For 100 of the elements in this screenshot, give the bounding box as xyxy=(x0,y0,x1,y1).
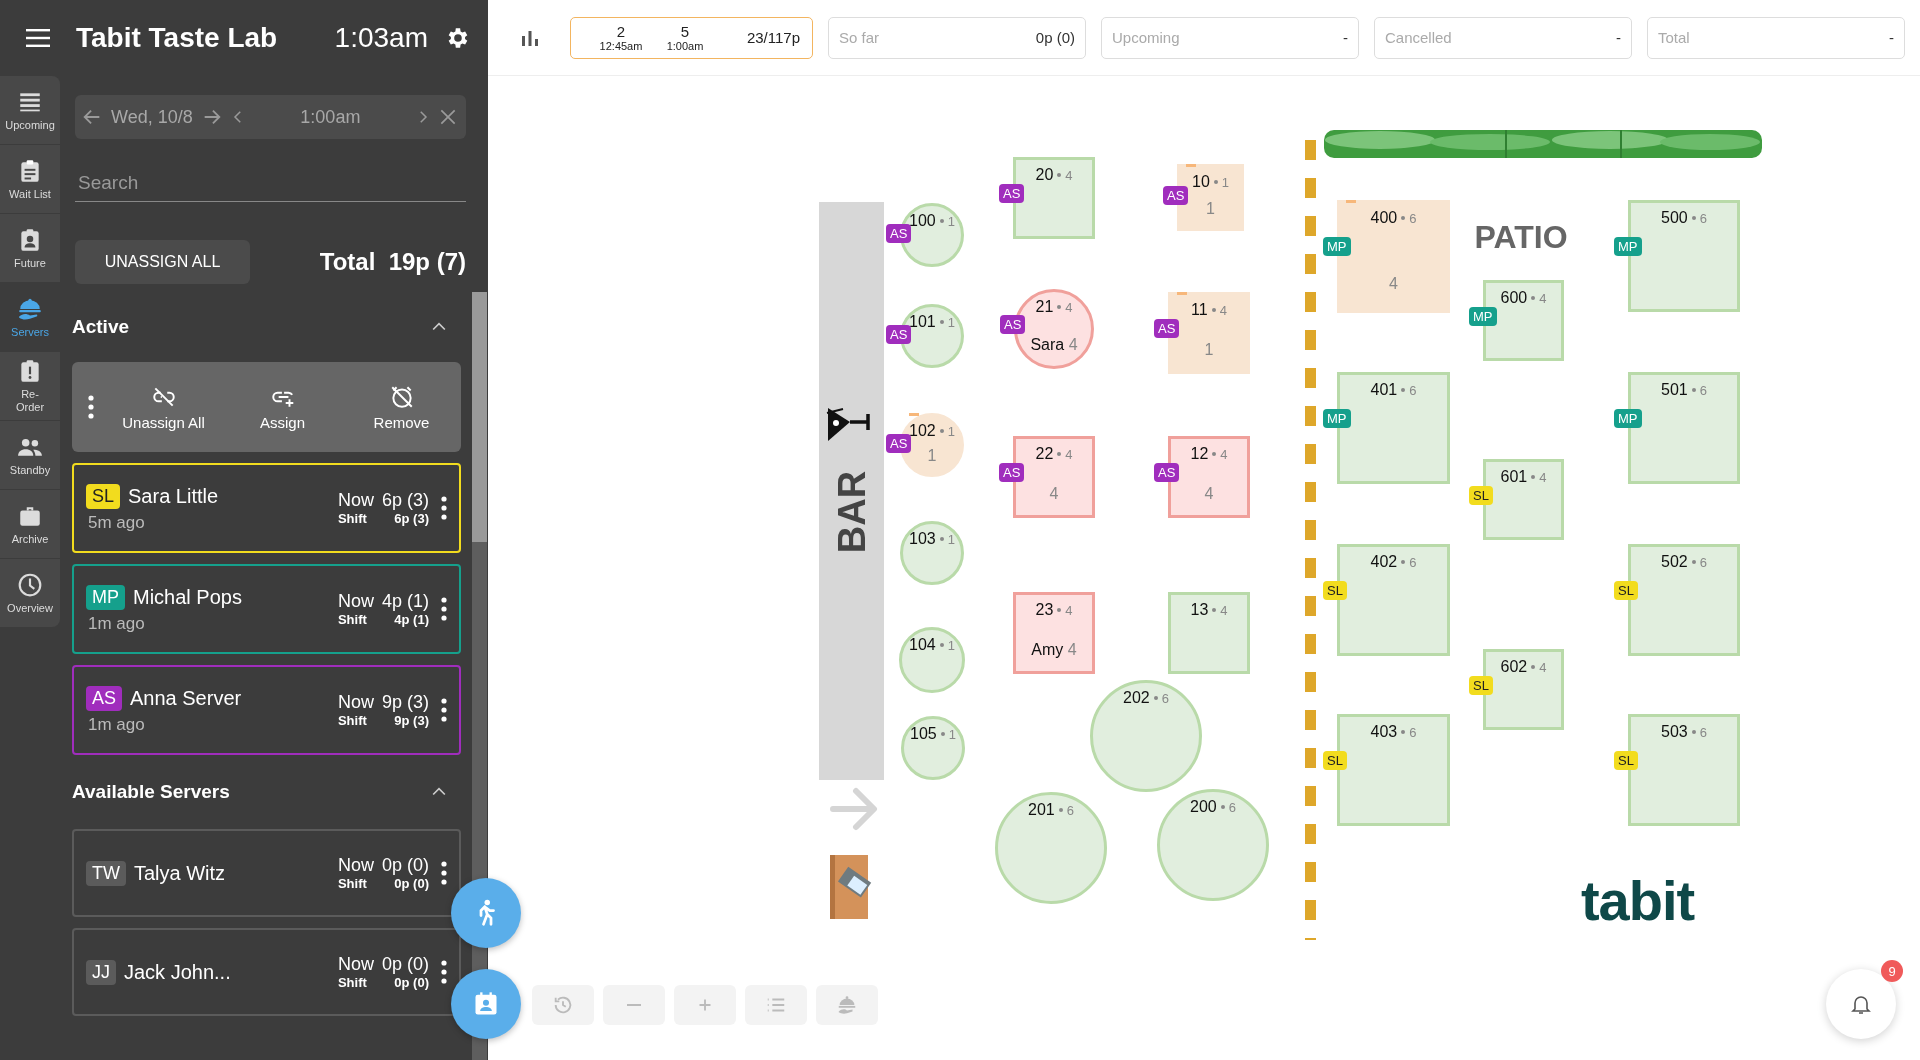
server-card[interactable]: TW Talya Witz Now 0p (0) Shift 0p (0) xyxy=(72,829,461,917)
area-label: BAR xyxy=(830,472,874,552)
more-icon[interactable] xyxy=(441,960,447,984)
floor-table[interactable]: 200 6 xyxy=(1157,789,1269,901)
server-tag: SL xyxy=(1469,676,1493,695)
stat-box[interactable]: Cancelled - xyxy=(1374,16,1632,59)
table-label: 105 1 xyxy=(910,725,956,743)
stat-label: Total xyxy=(1658,29,1690,46)
time-label: 1:00am xyxy=(299,106,362,128)
stat-box[interactable]: Upcoming - xyxy=(1101,16,1359,59)
slot-count: 5 xyxy=(680,23,690,40)
section-title: Available Servers xyxy=(72,781,230,803)
table-label: 102 1 xyxy=(909,422,955,440)
table-label: 600 4 xyxy=(1500,289,1547,307)
logo: tabit xyxy=(1579,868,1696,932)
table-label: 100 1 xyxy=(909,212,955,230)
server-card[interactable]: SL Sara Little 5m ago Now 6p (3) Shift 6p (3) xyxy=(72,463,461,553)
now-label: Now xyxy=(337,490,374,511)
now-label: Now xyxy=(337,855,374,876)
floor-table[interactable]: 23 4 Amy 4 xyxy=(1013,592,1095,674)
table-label: 501 6 xyxy=(1661,381,1707,399)
server-tag: AS xyxy=(1000,315,1026,334)
table-covers: Amy 4 xyxy=(1031,640,1077,659)
last-seen-label: 5m ago xyxy=(88,512,146,533)
table-label: 103 1 xyxy=(909,530,955,548)
stat-box[interactable]: Total - xyxy=(1647,16,1905,59)
more-icon[interactable] xyxy=(441,496,447,520)
table-label: 10 1 xyxy=(1192,173,1229,191)
server-initials: SL xyxy=(86,483,121,509)
action-button[interactable]: Assign xyxy=(223,383,342,431)
shift-label: Shift xyxy=(337,975,368,990)
close-icon[interactable] xyxy=(438,107,458,127)
more-icon[interactable] xyxy=(88,395,94,419)
slot-time: 1:00am xyxy=(666,40,704,52)
table-label: 502 6 xyxy=(1661,553,1707,571)
area-label: PATIO xyxy=(1473,217,1569,257)
date-label: Wed, 10/8 xyxy=(111,106,193,128)
table-covers: Sara 4 xyxy=(1030,336,1078,355)
stat-value: 0p (0) xyxy=(1035,29,1075,46)
action-button[interactable]: Unassign All xyxy=(104,383,223,431)
now-value: 9p (3) xyxy=(381,692,429,713)
table-label: 503 6 xyxy=(1661,723,1707,741)
total-label: Total 19p (7) xyxy=(319,248,466,276)
nav-item[interactable]: Standby xyxy=(0,421,60,489)
server-card[interactable]: JJ Jack John... Now 0p (0) Shift 0p (0) xyxy=(72,928,461,1016)
door-drawing xyxy=(828,855,874,919)
stat-box[interactable]: So far 0p (0) xyxy=(828,16,1086,59)
now-value: 0p (0) xyxy=(381,855,429,876)
now-value: 4p (1) xyxy=(381,591,429,612)
server-tag: SL xyxy=(1614,581,1638,600)
table-covers: 1 xyxy=(1204,340,1214,359)
more-icon[interactable] xyxy=(441,861,447,885)
floor-table[interactable]: 105 1 xyxy=(901,716,965,780)
now-label: Now xyxy=(337,591,374,612)
more-icon[interactable] xyxy=(441,698,447,722)
nav-item[interactable]: Overview xyxy=(0,559,60,627)
server-tag: SL xyxy=(1469,486,1493,505)
table-covers: 4 xyxy=(1389,274,1398,293)
table-label: 401 6 xyxy=(1370,381,1417,399)
nav-item[interactable]: Future xyxy=(0,214,60,282)
nav-item[interactable]: Archive xyxy=(0,490,60,558)
minus-icon xyxy=(627,1004,641,1006)
floor-table[interactable]: 13 4 xyxy=(1168,592,1250,674)
table-label: 101 1 xyxy=(909,313,955,331)
now-value: 0p (0) xyxy=(381,954,429,975)
search-field[interactable]: Search xyxy=(75,165,466,202)
server-card[interactable]: MP Michal Pops 1m ago Now 4p (1) Shift 4p (1) xyxy=(72,564,461,654)
unassign-all-button[interactable]: UNASSIGN ALL xyxy=(75,240,250,284)
table-label: 202 6 xyxy=(1123,689,1169,707)
server-name: Michal Pops xyxy=(133,585,242,609)
table-label: 23 4 xyxy=(1035,601,1073,619)
covers-count: 23/117p xyxy=(746,29,800,46)
server-card[interactable]: AS Anna Server 1m ago Now 9p (3) Shift 9p (3) xyxy=(72,665,461,755)
floor-table[interactable]: 202 6 xyxy=(1090,680,1202,792)
server-tag: MP xyxy=(1614,237,1642,256)
nav-item[interactable]: Re- Order xyxy=(0,352,60,420)
shift-value: 4p (1) xyxy=(393,612,429,627)
more-icon[interactable] xyxy=(441,597,447,621)
table-label: 12 4 xyxy=(1190,445,1228,463)
table-label: 13 4 xyxy=(1190,601,1228,619)
table-label: 22 4 xyxy=(1035,445,1073,463)
stat-value: - xyxy=(1616,29,1621,46)
time-slots-box[interactable]: 2 12:45am 5 1:00am 23/117p xyxy=(570,16,813,59)
floor-table[interactable]: 201 6 xyxy=(995,792,1107,904)
table-label: 400 6 xyxy=(1370,209,1417,227)
action-button[interactable]: Remove xyxy=(342,383,461,431)
shift-label: Shift xyxy=(337,511,368,526)
table-label: 200 6 xyxy=(1190,798,1236,816)
nav-item[interactable]: Wait List xyxy=(0,145,60,213)
slot-time: 12:45am xyxy=(599,40,643,52)
table-label: 602 4 xyxy=(1500,658,1547,676)
now-value: 6p (3) xyxy=(381,490,429,511)
menu-icon[interactable] xyxy=(26,29,50,47)
server-initials: TW xyxy=(86,860,126,886)
nav-item[interactable]: Upcoming xyxy=(0,76,60,144)
floor-table[interactable]: 103 1 xyxy=(900,521,964,585)
server-tag: AS xyxy=(1163,186,1189,205)
table-label: 402 6 xyxy=(1370,553,1417,571)
floor-table[interactable]: 104 1 xyxy=(899,627,965,693)
table-label: 601 4 xyxy=(1500,468,1547,486)
